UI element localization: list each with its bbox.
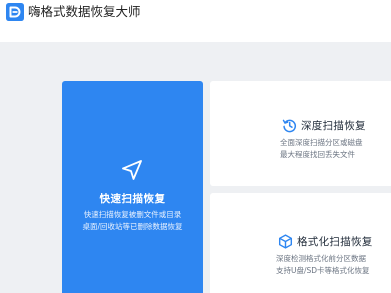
deep-scan-card[interactable]: 深度扫描恢复 全面深度扫描分区或磁盘 最大程度找回丢失文件 — [210, 81, 391, 186]
app-title: 嗨格式数据恢复大师 — [28, 4, 141, 19]
format-scan-header: 格式化扫描恢复 — [278, 234, 373, 249]
deep-scan-desc-line2: 最大程度找回丢失文件 — [280, 149, 355, 159]
d-logo-icon — [6, 3, 24, 21]
quick-scan-description: 快速扫描恢复被删文件或目录 桌面/回收站等已删除数据恢复 — [62, 209, 203, 232]
cube-icon — [278, 234, 293, 249]
format-scan-description: 深度检测格式化前分区数据 支持U盘/SD卡等格式化恢复 — [276, 253, 370, 276]
format-scan-desc-line2: 支持U盘/SD卡等格式化恢复 — [276, 265, 370, 275]
quick-scan-desc-line1: 快速扫描恢复被删文件或目录 — [83, 210, 182, 219]
history-clock-icon — [282, 119, 297, 133]
format-scan-card[interactable]: 格式化扫描恢复 深度检测格式化前分区数据 支持U盘/SD卡等格式化恢复 — [210, 193, 391, 293]
quick-scan-title: 快速扫描恢复 — [99, 193, 166, 205]
quick-scan-card[interactable]: 快速扫描恢复 快速扫描恢复被删文件或目录 桌面/回收站等已删除数据恢复 — [62, 81, 203, 293]
title-bar: 嗨格式数据恢复大师 — [0, 0, 391, 42]
deep-scan-desc-line1: 全面深度扫描分区或磁盘 — [280, 138, 363, 147]
deep-scan-title: 深度扫描恢复 — [301, 120, 366, 132]
navigation-arrow-icon — [122, 160, 142, 180]
quick-scan-desc-line2: 桌面/回收站等已删除数据恢复 — [82, 221, 183, 231]
format-scan-title: 格式化扫描恢复 — [297, 236, 373, 248]
deep-scan-description: 全面深度扫描分区或磁盘 最大程度找回丢失文件 — [280, 137, 363, 160]
format-scan-desc-line1: 深度检测格式化前分区数据 — [276, 254, 366, 263]
deep-scan-header: 深度扫描恢复 — [282, 118, 366, 133]
